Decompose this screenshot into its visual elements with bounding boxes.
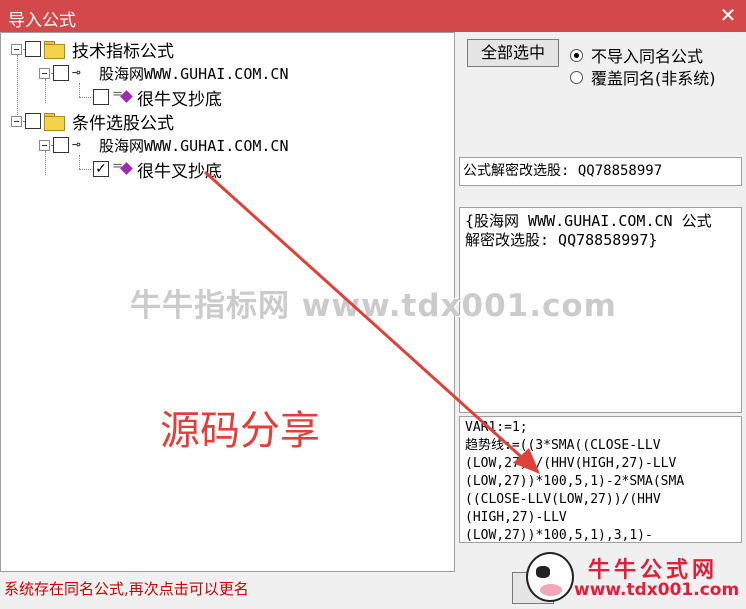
tree-formula-row[interactable]: 很牛叉抄底 xyxy=(93,85,222,110)
formula-icon xyxy=(112,159,134,177)
formula-icon xyxy=(112,87,134,105)
radio-selected-icon[interactable] xyxy=(570,48,583,62)
radio-overwrite[interactable]: 覆盖同名(非系统) xyxy=(570,65,716,89)
status-message: 系统存在同名公式,再次点击可以更名 xyxy=(4,580,249,598)
logo-url: www.tdx001.com xyxy=(574,580,740,600)
collapse-icon[interactable] xyxy=(11,115,22,127)
group-label: 技术指标公式 xyxy=(72,41,174,62)
close-icon[interactable]: ✕ xyxy=(716,3,740,27)
source-label: 股海网WWW.GUHAI.COM.CN xyxy=(99,136,289,155)
collapse-icon[interactable] xyxy=(39,67,50,79)
tree-line xyxy=(79,169,91,170)
tree-formula-row[interactable]: ✓ 很牛叉抄底 xyxy=(93,157,222,182)
radio-label: 不导入同名公式 xyxy=(591,47,704,66)
tree-line xyxy=(79,83,80,97)
site-logo: 牛牛公式网 www.tdx001.com xyxy=(526,550,742,605)
watermark-text: 牛牛指标网 www.tdx001.com xyxy=(130,288,617,324)
folder-icon xyxy=(44,113,65,131)
window-title: 导入公式 xyxy=(8,11,76,31)
select-all-button[interactable]: 全部选中 xyxy=(467,39,559,67)
key-icon: ⊸ xyxy=(72,65,81,81)
collapse-icon[interactable] xyxy=(11,43,22,55)
contact-panel: 公式解密改选股: QQ78858997 xyxy=(459,157,742,186)
folder-icon xyxy=(44,41,65,59)
formula-label: 很牛叉抄底 xyxy=(137,161,222,182)
source-checkbox[interactable] xyxy=(53,65,69,81)
key-icon: ⊸ xyxy=(72,137,81,153)
radio-label: 覆盖同名(非系统) xyxy=(591,69,716,88)
radio-unselected-icon[interactable] xyxy=(570,70,583,84)
formula-checkbox[interactable] xyxy=(93,89,109,105)
formula-checkbox-checked[interactable]: ✓ xyxy=(93,161,109,177)
cow-logo-icon xyxy=(526,552,574,602)
group-checkbox[interactable] xyxy=(25,113,41,129)
radio-skip-same-name[interactable]: 不导入同名公式 xyxy=(570,43,703,67)
tree-group-row[interactable]: 技术指标公式 xyxy=(11,37,174,62)
collapse-icon[interactable] xyxy=(39,139,50,151)
tree-line xyxy=(79,155,80,169)
title-bar: 导入公式 ✕ xyxy=(0,0,746,32)
source-checkbox[interactable] xyxy=(53,137,69,153)
source-label: 股海网WWW.GUHAI.COM.CN xyxy=(99,64,289,83)
tree-line xyxy=(79,97,91,98)
group-label: 条件选股公式 xyxy=(72,113,174,134)
tree-group-row[interactable]: 条件选股公式 xyxy=(11,109,174,134)
source-code-panel[interactable]: VAR1:=1; 趋势线:=((3*SMA((CLOSE-LLV (LOW,27… xyxy=(459,416,742,543)
tree-source-row[interactable]: ⊸ 股海网WWW.GUHAI.COM.CN xyxy=(39,133,289,157)
tree-source-row[interactable]: ⊸ 股海网WWW.GUHAI.COM.CN xyxy=(39,61,289,85)
group-checkbox[interactable] xyxy=(25,41,41,57)
share-annotation: 源码分享 xyxy=(160,408,320,454)
formula-label: 很牛叉抄底 xyxy=(137,89,222,110)
